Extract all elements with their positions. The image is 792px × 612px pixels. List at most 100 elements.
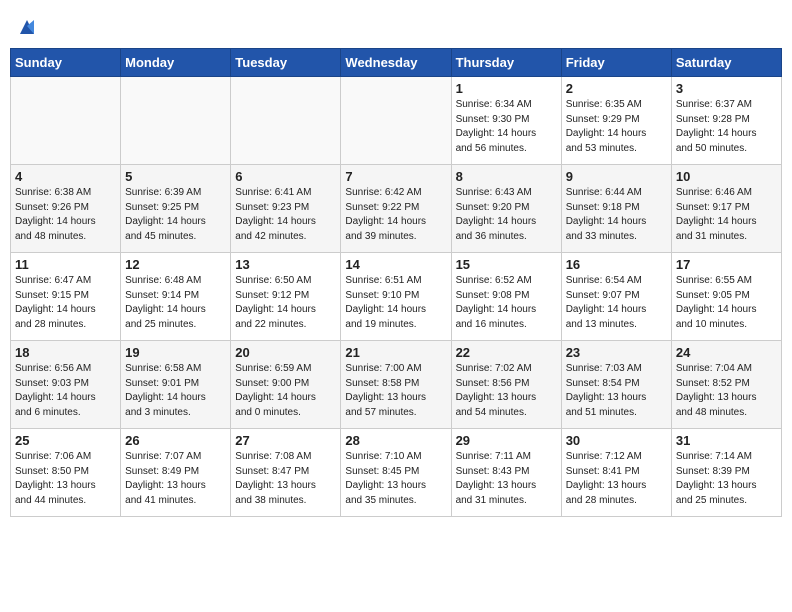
table-row: 7 Sunrise: 6:42 AM Sunset: 9:22 PM Daylig… <box>341 165 451 253</box>
table-row <box>231 77 341 165</box>
day-info: Sunrise: 7:07 AM Sunset: 8:49 PM Dayligh… <box>125 451 206 506</box>
day-number: 23 <box>566 345 667 360</box>
day-info: Sunrise: 6:55 AM Sunset: 9:05 PM Dayligh… <box>676 275 757 330</box>
day-number: 21 <box>345 345 446 360</box>
page-header <box>10 10 782 40</box>
table-row: 18 Sunrise: 6:56 AM Sunset: 9:03 PM Dayli… <box>11 341 121 429</box>
day-info: Sunrise: 7:12 AM Sunset: 8:41 PM Dayligh… <box>566 451 647 506</box>
table-row: 19 Sunrise: 6:58 AM Sunset: 9:01 PM Dayli… <box>121 341 231 429</box>
day-number: 18 <box>15 345 116 360</box>
day-number: 30 <box>566 433 667 448</box>
day-info: Sunrise: 6:48 AM Sunset: 9:14 PM Dayligh… <box>125 275 206 330</box>
day-info: Sunrise: 7:02 AM Sunset: 8:56 PM Dayligh… <box>456 363 537 418</box>
logo <box>14 16 38 34</box>
table-row <box>11 77 121 165</box>
day-number: 9 <box>566 169 667 184</box>
day-number: 25 <box>15 433 116 448</box>
day-info: Sunrise: 6:35 AM Sunset: 9:29 PM Dayligh… <box>566 99 647 154</box>
day-info: Sunrise: 6:34 AM Sunset: 9:30 PM Dayligh… <box>456 99 537 154</box>
table-row: 24Sunrise: 7:04 AM Sunset: 8:52 PM Dayli… <box>671 341 781 429</box>
day-number: 16 <box>566 257 667 272</box>
table-row: 22Sunrise: 7:02 AM Sunset: 8:56 PM Dayli… <box>451 341 561 429</box>
col-sunday: Sunday <box>11 49 121 77</box>
day-number: 31 <box>676 433 777 448</box>
day-info: Sunrise: 7:11 AM Sunset: 8:43 PM Dayligh… <box>456 451 537 506</box>
day-info: Sunrise: 7:10 AM Sunset: 8:45 PM Dayligh… <box>345 451 426 506</box>
table-row: 13 Sunrise: 6:50 AM Sunset: 9:12 PM Dayli… <box>231 253 341 341</box>
day-info: Sunrise: 6:44 AM Sunset: 9:18 PM Dayligh… <box>566 187 647 242</box>
day-info: Sunrise: 6:39 AM Sunset: 9:25 PM Dayligh… <box>125 187 206 242</box>
table-row: 5 Sunrise: 6:39 AM Sunset: 9:25 PM Daylig… <box>121 165 231 253</box>
day-number: 13 <box>235 257 336 272</box>
table-row <box>341 77 451 165</box>
col-wednesday: Wednesday <box>341 49 451 77</box>
day-number: 2 <box>566 81 667 96</box>
calendar-body: 1 Sunrise: 6:34 AM Sunset: 9:30 PM Daylig… <box>11 77 782 517</box>
table-row: 17 Sunrise: 6:55 AM Sunset: 9:05 PM Dayli… <box>671 253 781 341</box>
calendar-table: Sunday Monday Tuesday Wednesday Thursday… <box>10 48 782 517</box>
table-row: 29 Sunrise: 7:11 AM Sunset: 8:43 PM Dayli… <box>451 429 561 517</box>
day-info: Sunrise: 6:46 AM Sunset: 9:17 PM Dayligh… <box>676 187 757 242</box>
day-info: Sunrise: 7:00 AM Sunset: 8:58 PM Dayligh… <box>345 363 426 418</box>
table-row: 28 Sunrise: 7:10 AM Sunset: 8:45 PM Dayli… <box>341 429 451 517</box>
day-info: Sunrise: 6:41 AM Sunset: 9:23 PM Dayligh… <box>235 187 316 242</box>
logo-icon <box>16 16 38 38</box>
day-info: Sunrise: 6:52 AM Sunset: 9:08 PM Dayligh… <box>456 275 537 330</box>
table-row: 21 Sunrise: 7:00 AM Sunset: 8:58 PM Dayli… <box>341 341 451 429</box>
day-info: Sunrise: 6:43 AM Sunset: 9:20 PM Dayligh… <box>456 187 537 242</box>
day-info: Sunrise: 7:08 AM Sunset: 8:47 PM Dayligh… <box>235 451 316 506</box>
day-info: Sunrise: 6:47 AM Sunset: 9:15 PM Dayligh… <box>15 275 96 330</box>
table-row: 1 Sunrise: 6:34 AM Sunset: 9:30 PM Daylig… <box>451 77 561 165</box>
col-tuesday: Tuesday <box>231 49 341 77</box>
day-number: 1 <box>456 81 557 96</box>
table-row: 25 Sunrise: 7:06 AM Sunset: 8:50 PM Dayli… <box>11 429 121 517</box>
day-info: Sunrise: 7:14 AM Sunset: 8:39 PM Dayligh… <box>676 451 757 506</box>
day-number: 15 <box>456 257 557 272</box>
table-row: 2 Sunrise: 6:35 AM Sunset: 9:29 PM Daylig… <box>561 77 671 165</box>
day-number: 12 <box>125 257 226 272</box>
day-number: 19 <box>125 345 226 360</box>
table-row: 27 Sunrise: 7:08 AM Sunset: 8:47 PM Dayli… <box>231 429 341 517</box>
col-friday: Friday <box>561 49 671 77</box>
table-row: 8 Sunrise: 6:43 AM Sunset: 9:20 PM Daylig… <box>451 165 561 253</box>
day-info: Sunrise: 6:58 AM Sunset: 9:01 PM Dayligh… <box>125 363 206 418</box>
day-number: 11 <box>15 257 116 272</box>
day-info: Sunrise: 6:50 AM Sunset: 9:12 PM Dayligh… <box>235 275 316 330</box>
day-number: 28 <box>345 433 446 448</box>
col-saturday: Saturday <box>671 49 781 77</box>
col-thursday: Thursday <box>451 49 561 77</box>
day-number: 7 <box>345 169 446 184</box>
day-info: Sunrise: 7:03 AM Sunset: 8:54 PM Dayligh… <box>566 363 647 418</box>
day-info: Sunrise: 7:06 AM Sunset: 8:50 PM Dayligh… <box>15 451 96 506</box>
table-row: 16 Sunrise: 6:54 AM Sunset: 9:07 PM Dayli… <box>561 253 671 341</box>
day-number: 4 <box>15 169 116 184</box>
table-row: 15 Sunrise: 6:52 AM Sunset: 9:08 PM Dayli… <box>451 253 561 341</box>
table-row: 31 Sunrise: 7:14 AM Sunset: 8:39 PM Dayli… <box>671 429 781 517</box>
table-row: 9 Sunrise: 6:44 AM Sunset: 9:18 PM Daylig… <box>561 165 671 253</box>
day-info: Sunrise: 6:37 AM Sunset: 9:28 PM Dayligh… <box>676 99 757 154</box>
day-info: Sunrise: 6:56 AM Sunset: 9:03 PM Dayligh… <box>15 363 96 418</box>
day-number: 5 <box>125 169 226 184</box>
day-number: 17 <box>676 257 777 272</box>
table-row: 26 Sunrise: 7:07 AM Sunset: 8:49 PM Dayli… <box>121 429 231 517</box>
table-row: 10 Sunrise: 6:46 AM Sunset: 9:17 PM Dayli… <box>671 165 781 253</box>
day-number: 14 <box>345 257 446 272</box>
day-number: 6 <box>235 169 336 184</box>
day-info: Sunrise: 6:54 AM Sunset: 9:07 PM Dayligh… <box>566 275 647 330</box>
day-number: 27 <box>235 433 336 448</box>
table-row: 20 Sunrise: 6:59 AM Sunset: 9:00 PM Dayli… <box>231 341 341 429</box>
day-number: 20 <box>235 345 336 360</box>
day-number: 29 <box>456 433 557 448</box>
table-row: 3 Sunrise: 6:37 AM Sunset: 9:28 PM Daylig… <box>671 77 781 165</box>
table-row: 11 Sunrise: 6:47 AM Sunset: 9:15 PM Dayli… <box>11 253 121 341</box>
day-number: 26 <box>125 433 226 448</box>
table-row: 23 Sunrise: 7:03 AM Sunset: 8:54 PM Dayli… <box>561 341 671 429</box>
day-info: Sunrise: 6:59 AM Sunset: 9:00 PM Dayligh… <box>235 363 316 418</box>
col-monday: Monday <box>121 49 231 77</box>
day-info: Sunrise: 6:42 AM Sunset: 9:22 PM Dayligh… <box>345 187 426 242</box>
day-number: 10 <box>676 169 777 184</box>
day-number: 8 <box>456 169 557 184</box>
day-number: 3 <box>676 81 777 96</box>
table-row: 14Sunrise: 6:51 AM Sunset: 9:10 PM Dayli… <box>341 253 451 341</box>
table-row: 30 Sunrise: 7:12 AM Sunset: 8:41 PM Dayli… <box>561 429 671 517</box>
